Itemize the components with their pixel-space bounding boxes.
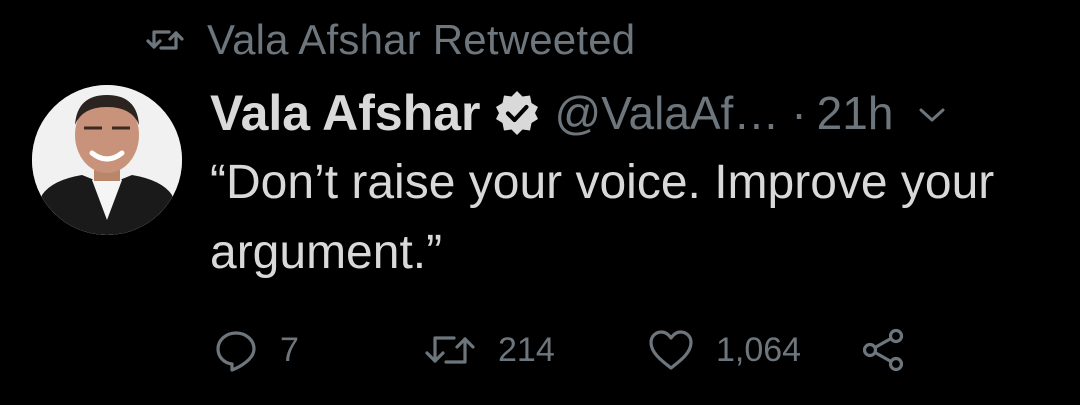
heart-icon xyxy=(649,330,693,370)
separator-dot: · xyxy=(791,87,807,139)
verified-badge-icon xyxy=(495,91,538,135)
timestamp[interactable]: 21h xyxy=(817,86,894,140)
reply-count: 7 xyxy=(280,330,299,369)
retweet-action-icon xyxy=(425,336,475,364)
share-icon xyxy=(862,328,904,372)
retweet-banner-text: Vala Afshar Retweeted xyxy=(207,16,636,63)
tweet-header: Vala Afshar @ValaAf… · 21h xyxy=(210,82,1055,144)
share-button[interactable] xyxy=(860,322,906,378)
like-count: 1,064 xyxy=(716,330,802,369)
chevron-down-icon[interactable] xyxy=(917,104,947,126)
reply-icon xyxy=(216,331,256,372)
retweet-button[interactable]: 214 xyxy=(424,322,555,378)
tweet-text: “Don’t raise your voice. Improve your ar… xyxy=(210,156,995,279)
avatar[interactable] xyxy=(32,85,182,235)
author-handle[interactable]: @ValaAf… xyxy=(555,86,780,140)
retweet-banner[interactable]: Vala Afshar Retweeted xyxy=(145,14,635,66)
retweet-count: 214 xyxy=(498,330,555,369)
reply-button[interactable]: 7 xyxy=(214,322,299,378)
like-button[interactable]: 1,064 xyxy=(648,322,801,378)
avatar-image xyxy=(32,85,182,235)
retweet-icon xyxy=(146,30,184,50)
author-name[interactable]: Vala Afshar xyxy=(210,84,481,142)
